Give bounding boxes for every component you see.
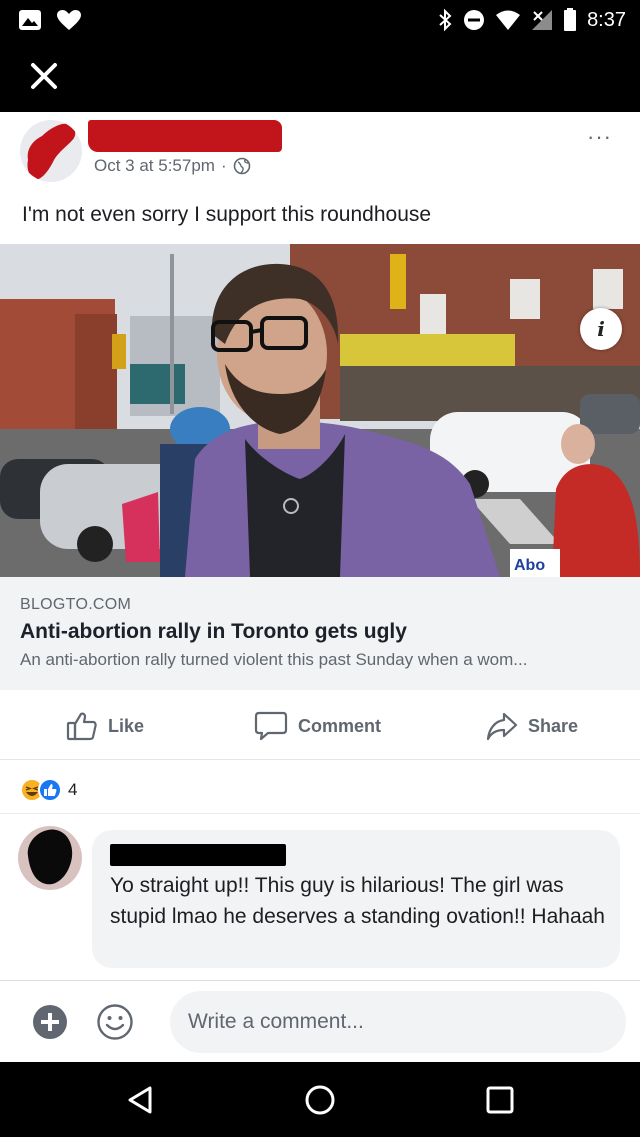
wifi-icon xyxy=(496,10,521,30)
comment-text: Yo straight up!! This guy is hilarious! … xyxy=(110,874,605,928)
meta-separator: · xyxy=(220,156,227,175)
thumbs-up-icon xyxy=(66,712,97,741)
globe-icon xyxy=(233,157,250,175)
android-nav-bar xyxy=(0,1062,640,1137)
post-timestamp[interactable]: Oct 3 at 5:57pm xyxy=(94,156,215,176)
avatar-redaction xyxy=(27,829,73,885)
heart-icon xyxy=(57,10,81,30)
share-icon xyxy=(486,712,518,741)
link-preview[interactable]: BLOGTO.COM Anti-abortion rally in Toront… xyxy=(0,577,640,690)
avatar-redaction xyxy=(27,123,76,180)
like-button[interactable]: Like xyxy=(66,710,144,742)
comment-composer xyxy=(0,980,640,1062)
link-title: Anti-abortion rally in Toronto gets ugly xyxy=(20,620,407,643)
image-icon xyxy=(19,10,41,30)
smiley-icon[interactable] xyxy=(96,1003,134,1041)
comment-icon xyxy=(254,711,288,741)
no-signal-icon xyxy=(532,10,553,30)
close-icon[interactable] xyxy=(28,60,60,92)
do-not-disturb-icon xyxy=(464,10,485,30)
like-label: Like xyxy=(108,715,145,736)
comment-label: Comment xyxy=(298,715,382,736)
reactions-summary[interactable]: 4 xyxy=(20,778,77,802)
post-meta: Oct 3 at 5:57pm · xyxy=(94,156,251,176)
status-right-icons: 8:37 xyxy=(437,8,626,32)
top-bar xyxy=(0,40,640,112)
comment-input[interactable] xyxy=(170,991,626,1053)
link-domain: BLOGTO.COM xyxy=(20,596,132,613)
commenter-name-redaction xyxy=(110,844,286,866)
home-icon[interactable] xyxy=(302,1082,338,1118)
reaction-count: 4 xyxy=(68,780,78,799)
commenter-avatar[interactable] xyxy=(18,826,82,890)
comment-bubble: Yo straight up!! This guy is hilarious! … xyxy=(92,830,620,968)
poster-name-redaction xyxy=(88,120,282,152)
section-divider xyxy=(0,813,640,814)
post-more-button[interactable]: ··· xyxy=(587,124,612,150)
status-left-icons xyxy=(18,9,82,31)
action-bar: Like Comment Share xyxy=(0,690,640,760)
comment-button[interactable]: Comment xyxy=(254,710,381,742)
link-image[interactable]: Abo xyxy=(0,244,640,577)
share-label: Share xyxy=(528,715,579,736)
share-button[interactable]: Share xyxy=(486,710,578,742)
sign-text: Abo xyxy=(514,557,545,574)
post-text: I'm not even sorry I support this roundh… xyxy=(22,203,432,226)
bluetooth-icon xyxy=(439,8,452,32)
battery-icon xyxy=(564,8,577,31)
plus-circle-icon[interactable] xyxy=(32,1004,68,1040)
status-time: 8:37 xyxy=(587,8,626,31)
recents-icon[interactable] xyxy=(482,1082,518,1118)
post-header: Oct 3 at 5:57pm · ··· xyxy=(0,112,640,202)
news-photo: Abo xyxy=(0,244,640,577)
status-bar: 8:37 xyxy=(0,0,640,40)
link-description: An anti-abortion rally turned violent th… xyxy=(20,650,528,669)
poster-avatar[interactable] xyxy=(20,120,82,182)
ad-info-button[interactable]: i xyxy=(580,308,622,350)
back-icon[interactable] xyxy=(124,1082,160,1118)
like-reaction-icon xyxy=(38,778,62,802)
